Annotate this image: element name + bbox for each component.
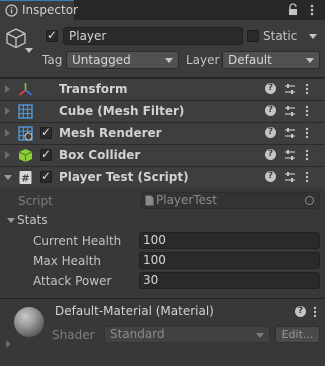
- help-icon[interactable]: ?: [265, 83, 276, 94]
- object-picker-icon[interactable]: [305, 196, 314, 205]
- lock-icon[interactable]: [287, 3, 299, 16]
- enabled-checkbox[interactable]: [40, 125, 52, 139]
- mesh-renderer-icon: [18, 126, 33, 141]
- static-label: Static: [263, 29, 298, 43]
- help-icon[interactable]: ?: [265, 127, 276, 138]
- max-health-label: Max Health: [33, 254, 102, 268]
- current-health-field[interactable]: 100: [139, 232, 320, 249]
- chevron-down-icon: [165, 58, 173, 63]
- kebab-menu-icon[interactable]: [304, 104, 310, 118]
- kebab-menu-icon[interactable]: [304, 82, 310, 96]
- stats-label: Stats: [17, 213, 48, 227]
- attack-power-field[interactable]: 30: [139, 272, 320, 289]
- kebab-menu-icon[interactable]: [304, 170, 310, 184]
- foldout-arrow[interactable]: [5, 129, 10, 137]
- component-box-collider[interactable]: Box Collider ?: [0, 144, 325, 166]
- tab-inspector[interactable]: Inspector: [0, 0, 78, 20]
- presets-icon[interactable]: [284, 83, 296, 95]
- foldout-arrow[interactable]: [5, 151, 10, 159]
- script-file-icon: [145, 195, 154, 206]
- material-title: Default-Material (Material): [55, 304, 214, 318]
- component-mesh-renderer[interactable]: Mesh Renderer ?: [0, 122, 325, 144]
- component-label: Player Test (Script): [59, 170, 189, 184]
- edit-button[interactable]: Edit...: [275, 326, 320, 343]
- cube-icon[interactable]: [5, 27, 27, 49]
- script-value: PlayerTest: [156, 193, 217, 207]
- presets-icon[interactable]: [284, 171, 296, 183]
- script-icon: #: [19, 171, 32, 185]
- attack-power-value: 30: [143, 273, 159, 287]
- foldout-arrow[interactable]: [5, 85, 10, 93]
- tab-bar: Inspector: [0, 0, 325, 20]
- enabled-checkbox[interactable]: [40, 147, 52, 161]
- foldout-arrow[interactable]: [4, 175, 12, 180]
- kebab-menu-icon[interactable]: [307, 3, 317, 17]
- static-checkbox[interactable]: [247, 30, 259, 42]
- max-health-value: 100: [143, 253, 166, 267]
- shader-dropdown[interactable]: Standard: [104, 326, 270, 343]
- component-player-test-script[interactable]: # Player Test (Script) ?: [0, 166, 325, 188]
- tag-dropdown[interactable]: Untagged: [66, 51, 179, 69]
- mesh-filter-icon: [18, 104, 33, 119]
- layer-label: Layer: [186, 53, 220, 67]
- component-transform[interactable]: Transform ?: [0, 78, 325, 100]
- component-label: Box Collider: [59, 148, 141, 162]
- info-icon: [5, 4, 18, 17]
- static-dropdown-button[interactable]: [306, 28, 320, 44]
- attack-power-label: Attack Power: [33, 274, 112, 288]
- svg-text:#: #: [21, 174, 29, 185]
- transform-icon: [18, 83, 33, 96]
- script-field[interactable]: PlayerTest: [141, 192, 320, 209]
- component-label: Transform: [59, 82, 128, 96]
- presets-icon[interactable]: [284, 149, 296, 161]
- presets-icon[interactable]: [284, 127, 296, 139]
- component-mesh-filter[interactable]: Cube (Mesh Filter) ?: [0, 100, 325, 122]
- shader-label: Shader: [52, 328, 95, 342]
- chevron-down-icon: [256, 333, 264, 338]
- name-field[interactable]: Player: [63, 27, 243, 45]
- chevron-down-icon[interactable]: [25, 48, 33, 54]
- kebab-menu-icon[interactable]: [304, 148, 310, 162]
- layer-dropdown[interactable]: Default: [222, 51, 320, 69]
- layer-value: Default: [228, 53, 272, 67]
- tag-label: Tag: [42, 53, 63, 67]
- help-icon[interactable]: ?: [295, 306, 306, 317]
- script-label: Script: [18, 194, 53, 208]
- box-collider-icon: [18, 149, 33, 162]
- help-icon[interactable]: ?: [265, 149, 276, 160]
- divider: [0, 298, 325, 299]
- material-foldout-arrow[interactable]: [6, 340, 11, 348]
- name-text: Player: [69, 29, 107, 43]
- current-health-label: Current Health: [33, 234, 122, 248]
- foldout-arrow[interactable]: [5, 107, 10, 115]
- component-label: Cube (Mesh Filter): [59, 104, 185, 118]
- active-checkbox[interactable]: [46, 28, 58, 42]
- stats-foldout-arrow[interactable]: [7, 218, 15, 223]
- current-health-value: 100: [143, 233, 166, 247]
- help-icon[interactable]: ?: [265, 105, 276, 116]
- max-health-field[interactable]: 100: [139, 252, 320, 269]
- help-icon[interactable]: ?: [265, 171, 276, 182]
- tag-value: Untagged: [72, 53, 131, 67]
- kebab-menu-icon[interactable]: [304, 126, 310, 140]
- kebab-menu-icon[interactable]: [312, 305, 318, 319]
- enabled-checkbox[interactable]: [40, 169, 52, 183]
- component-label: Mesh Renderer: [59, 126, 162, 140]
- shader-value: Standard: [110, 327, 165, 341]
- tab-label: Inspector: [22, 3, 78, 17]
- material-preview-sphere: [14, 307, 44, 337]
- presets-icon[interactable]: [284, 105, 296, 117]
- chevron-down-icon: [306, 58, 314, 63]
